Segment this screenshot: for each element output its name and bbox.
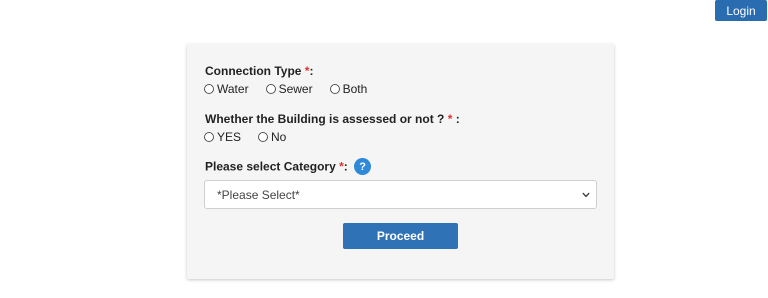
page: Login Connection Type *: Water Sewer Bot… bbox=[0, 0, 768, 298]
required-mark: * bbox=[447, 112, 453, 126]
radio-sewer[interactable]: Sewer bbox=[265, 82, 313, 96]
radio-both[interactable]: Both bbox=[329, 82, 368, 96]
chevron-down-icon bbox=[582, 192, 590, 198]
building-assessed-label: Whether the Building is assessed or not … bbox=[205, 112, 460, 126]
question-mark-icon[interactable]: ? bbox=[354, 158, 372, 175]
building-assessed-label-text: Whether the Building is assessed or not … bbox=[205, 112, 445, 126]
building-assessed-radio-group: YES No bbox=[204, 130, 286, 144]
connection-form-card: Connection Type *: Water Sewer Both Whet… bbox=[187, 44, 614, 279]
radio-water[interactable]: Water bbox=[204, 82, 249, 96]
connection-type-label: Connection Type *: bbox=[205, 64, 313, 78]
connection-type-label-text: Connection Type bbox=[205, 64, 302, 78]
category-label-text: Please select Category bbox=[205, 159, 336, 174]
label-colon: : bbox=[455, 112, 460, 126]
connection-type-radio-group: Water Sewer Both bbox=[204, 82, 367, 96]
radio-circle-icon[interactable] bbox=[329, 84, 340, 94]
radio-circle-icon[interactable] bbox=[258, 132, 269, 142]
radio-yes-label: YES bbox=[217, 130, 242, 144]
category-select[interactable]: *Please Select* bbox=[204, 180, 597, 209]
label-colon: : bbox=[343, 159, 348, 174]
category-label: Please select Category *: ? bbox=[205, 158, 372, 176]
radio-water-label: Water bbox=[217, 82, 249, 96]
login-button[interactable]: Login bbox=[715, 0, 767, 21]
radio-no-label: No bbox=[271, 130, 287, 144]
radio-circle-icon[interactable] bbox=[265, 84, 276, 94]
proceed-button[interactable]: Proceed bbox=[343, 223, 458, 249]
category-select-value: *Please Select* bbox=[217, 187, 300, 202]
radio-circle-icon[interactable] bbox=[204, 84, 214, 94]
label-colon: : bbox=[309, 64, 314, 78]
radio-both-label: Both bbox=[342, 82, 368, 96]
radio-circle-icon[interactable] bbox=[204, 132, 214, 142]
radio-no[interactable]: No bbox=[258, 130, 286, 144]
radio-yes[interactable]: YES bbox=[204, 130, 241, 144]
radio-sewer-label: Sewer bbox=[278, 82, 313, 96]
